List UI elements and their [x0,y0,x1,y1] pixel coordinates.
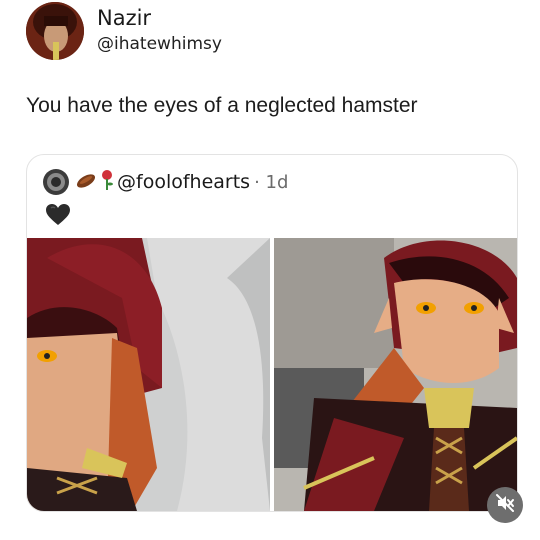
post-text: You have the eyes of a neglected hamster [26,94,418,117]
author-handle[interactable]: @ihatewhimsy [97,34,222,54]
sausage-emoji-icon [75,170,97,195]
quoted-post-card[interactable]: @foolofhearts · 1d [26,154,518,512]
author-avatar[interactable] [26,2,84,60]
quoted-author-handle[interactable]: @foolofhearts [117,171,250,193]
quoted-author-avatar[interactable] [43,169,69,195]
quoted-post-header: @foolofhearts · 1d [43,169,288,195]
muted-speaker-icon [495,493,515,518]
author-display-name[interactable]: Nazir [97,6,151,30]
rose-emoji-icon [99,169,115,196]
black-heart-icon [45,203,71,232]
quoted-post-time: · 1d [254,171,289,193]
mute-toggle-button[interactable] [487,487,523,523]
quoted-image-right[interactable] [274,238,517,511]
quoted-image-left[interactable] [27,238,270,511]
